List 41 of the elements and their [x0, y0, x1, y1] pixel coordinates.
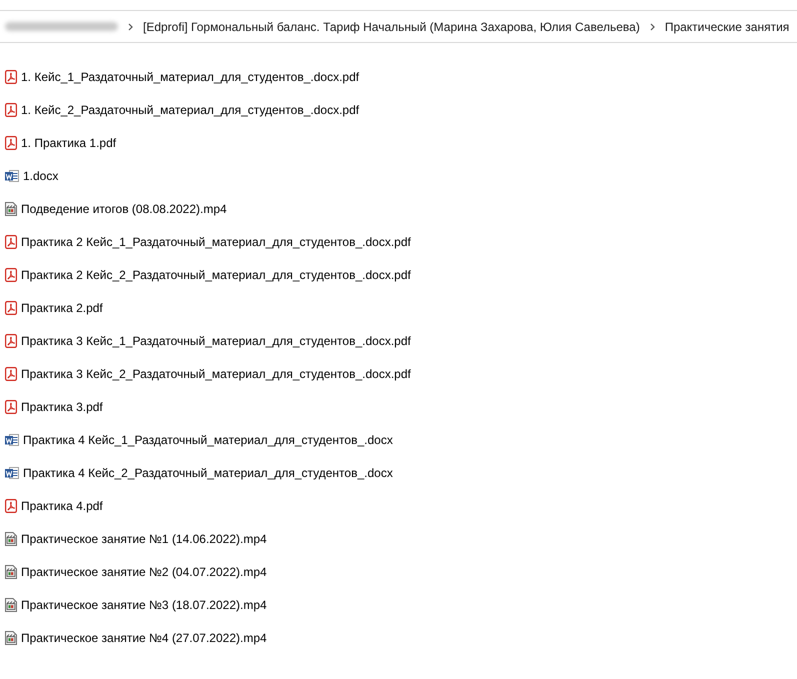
pdf-file-icon — [5, 136, 17, 150]
video-file-icon — [5, 598, 17, 612]
file-name[interactable]: Практика 2.pdf — [21, 300, 103, 314]
pdf-file-icon — [5, 400, 17, 414]
file-name[interactable]: Практика 4 Кейс_1_Раздаточный_материал_для_студентов_.docx — [23, 432, 393, 446]
pdf-file-icon — [5, 498, 17, 512]
pdf-file-icon — [5, 300, 17, 314]
pdf-file-icon — [5, 70, 17, 84]
video-file-icon — [5, 532, 17, 546]
file-name[interactable]: 1. Кейс_2_Раздаточный_материал_для_студентов_.docx.pdf — [21, 102, 360, 116]
file-name[interactable]: Практическое занятие №4 (27.07.2022).mp4 — [21, 630, 267, 644]
breadcrumb-item[interactable]: [Edprofi] Гормональный баланс. Тариф Начальный (Марина Захарова, Юлия Савельева) — [143, 20, 640, 34]
file-name[interactable]: Практика 2 Кейс_1_Раздаточный_материал_для_студентов_.docx.pdf — [21, 234, 411, 248]
file-name[interactable]: Практическое занятие №1 (14.06.2022).mp4 — [21, 532, 267, 546]
file-name[interactable]: Практическое занятие №3 (18.07.2022).mp4 — [21, 598, 267, 612]
video-file-icon — [5, 630, 17, 644]
address-bar[interactable]: [Edprofi] Гормональный баланс. Тариф Начальный (Марина Захарова, Юлия Савельева) Практические занятия — [0, 10, 797, 43]
chevron-icon — [650, 22, 655, 30]
file-name[interactable]: Практика 2 Кейс_2_Раздаточный_материал_для_студентов_.docx.pdf — [21, 268, 411, 282]
pdf-file-icon — [5, 268, 17, 282]
file-name[interactable]: 1. Кейс_1_Раздаточный_материал_для_студентов_.docx.pdf — [21, 70, 360, 84]
file-name[interactable]: Подведение итогов (08.08.2022).mp4 — [21, 202, 227, 216]
video-file-icon — [5, 564, 17, 578]
word-document-icon — [5, 432, 19, 446]
file-name[interactable]: Практика 3 Кейс_2_Раздаточный_материал_для_студентов_.docx.pdf — [21, 366, 411, 380]
chevron-icon — [128, 22, 133, 30]
video-file-icon — [5, 202, 17, 216]
pdf-file-icon — [5, 366, 17, 380]
file-name[interactable]: Практика 4 Кейс_2_Раздаточный_материал_для_студентов_.docx — [23, 466, 393, 480]
pdf-file-icon — [5, 102, 17, 116]
file-name[interactable]: 1.docx — [23, 168, 58, 182]
file-name[interactable]: 1. Практика 1.pdf — [21, 136, 116, 150]
word-document-icon — [5, 466, 19, 480]
file-name[interactable]: Практика 4.pdf — [21, 498, 103, 512]
file-name[interactable]: Практика 3.pdf — [21, 400, 103, 414]
word-document-icon — [5, 168, 19, 182]
pdf-file-icon — [5, 234, 17, 248]
file-name[interactable]: Практическое занятие №2 (04.07.2022).mp4 — [21, 564, 267, 578]
pdf-file-icon — [5, 334, 17, 348]
breadcrumb-item[interactable]: Практические занятия — [664, 20, 790, 34]
file-name[interactable]: Практика 3 Кейс_1_Раздаточный_материал_для_студентов_.docx.pdf — [21, 334, 411, 348]
